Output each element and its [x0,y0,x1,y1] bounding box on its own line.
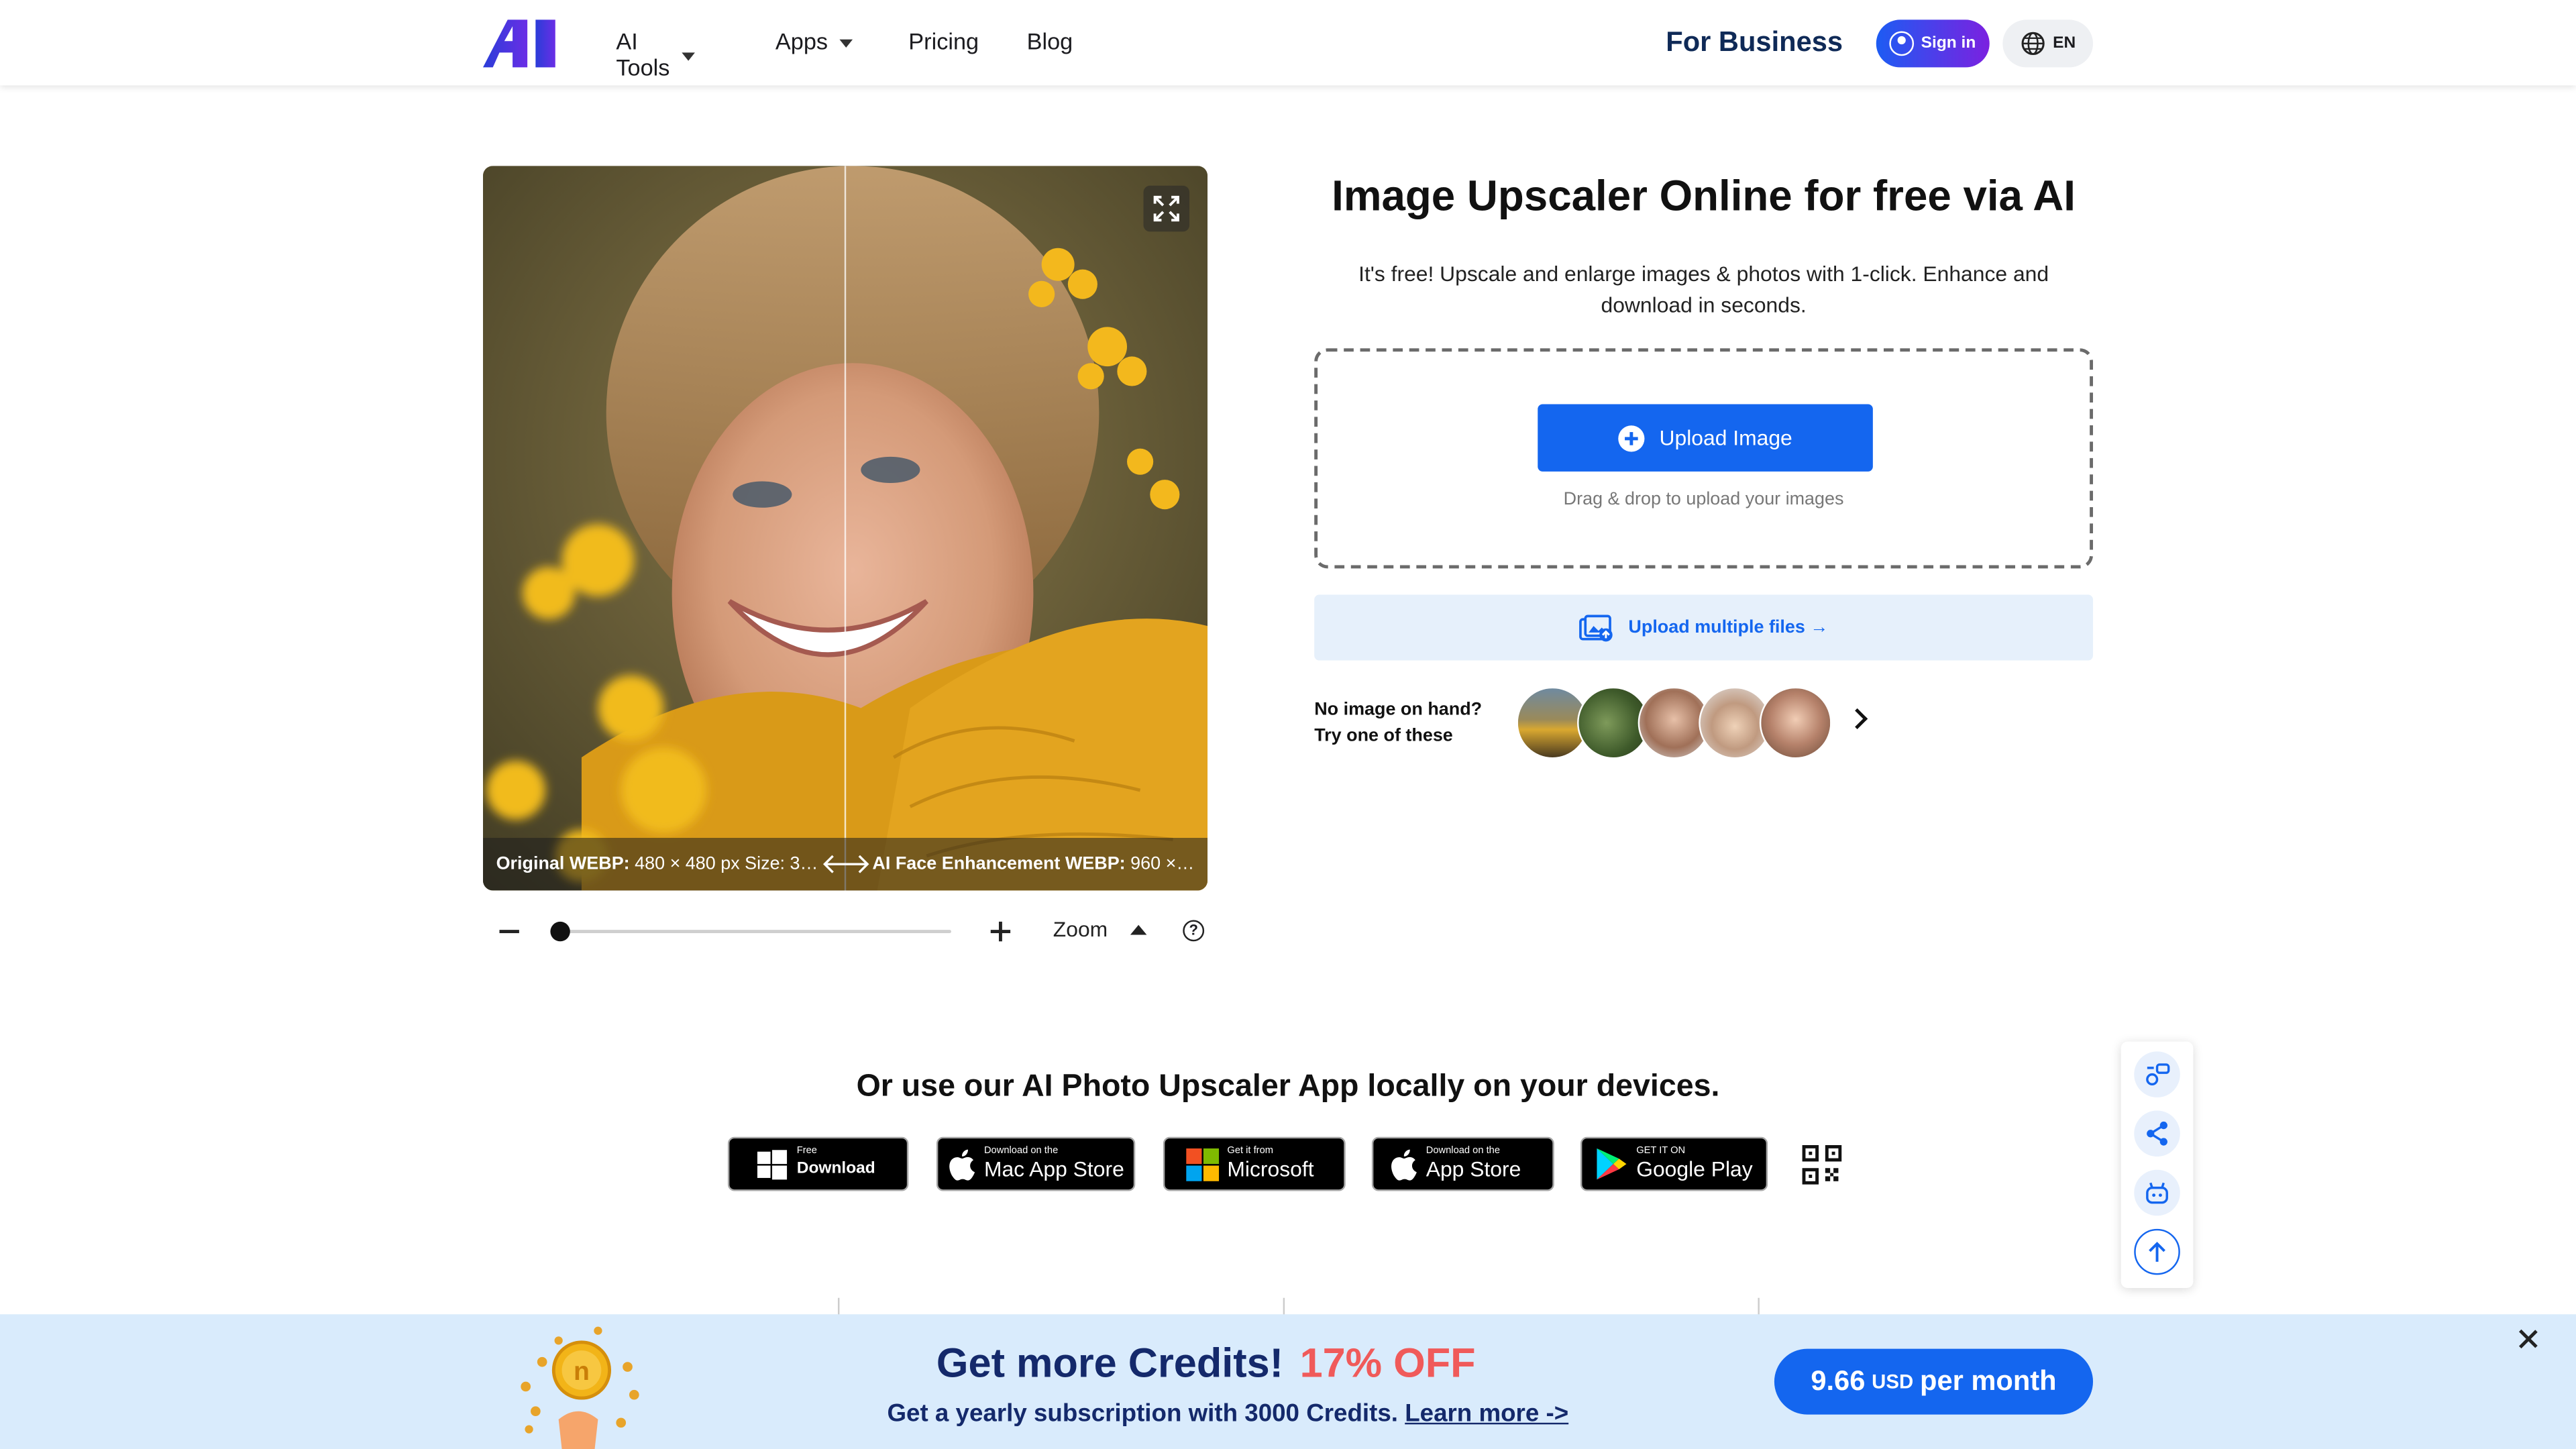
badge-big-text: Mac App Store [983,1157,1124,1181]
arrow-up-icon [2149,1242,2165,1262]
globe-icon [2021,32,2044,56]
compare-divider[interactable] [844,166,847,891]
app-store-badge[interactable]: Download on the App Store [1371,1136,1554,1191]
badge-small-text: Free [796,1146,817,1157]
google-play-icon [1597,1148,1627,1180]
for-business-link[interactable]: For Business [1666,26,1843,59]
windows-icon [757,1149,788,1179]
promo-subtitle: Get a yearly subscription with 3000 Cred… [887,1399,1569,1428]
sample-portrait-thumb[interactable] [1759,686,1832,759]
apple-icon [1391,1148,1417,1180]
microsoft-icon [1186,1147,1220,1181]
nav-label: AI Tools [616,28,670,81]
expand-icon [1153,195,1179,222]
mac-app-store-badge[interactable]: Download on the Mac App Store [936,1136,1136,1191]
apple-icon [949,1148,975,1180]
nav-ai-tools[interactable]: AI Tools [616,28,695,81]
compare-caption-bar: Original WEBP: 480 × 480 px Size: 32 KB … [483,837,1208,891]
help-icon[interactable]: ? [1183,920,1205,942]
promo-discount: 17% OFF [1299,1340,1476,1387]
price-value: 9.66 [1811,1365,1866,1397]
drag-drop-hint: Drag & drop to upload your images [1563,489,1844,510]
chevron-right-icon[interactable] [1847,708,1868,730]
feedback-icon [2146,1063,2170,1086]
learn-more-link[interactable]: Learn more -> [1405,1400,1568,1428]
price-period: per month [1920,1365,2057,1397]
zoom-slider-thumb[interactable] [550,921,570,942]
back-to-top-button[interactable] [2134,1228,2180,1275]
bot-icon [2146,1182,2168,1204]
page-title: Image Upscaler Online for free via AI [1332,170,2076,221]
nav-label: Apps [775,28,828,54]
nav-pricing[interactable]: Pricing [908,28,979,54]
credits-coin-icon: n [521,1326,639,1449]
chevron-up-icon[interactable] [1130,924,1147,935]
fullscreen-button[interactable] [1143,185,1190,232]
language-selector[interactable]: EN [2002,19,2094,68]
floating-toolbar [2121,1041,2194,1289]
plus-circle-icon [1618,425,1645,451]
user-icon [1890,31,1915,56]
upload-multiple-button[interactable]: Upload multiple files → [1314,594,2094,661]
nav-label: Blog [1026,28,1073,54]
top-header: AI Tools Apps Pricing Blog For Business … [0,0,2576,86]
price-currency: USD [1872,1370,1914,1393]
share-icon [2147,1121,2167,1146]
qr-code-icon[interactable] [1802,1144,1842,1185]
language-label: EN [2053,34,2076,53]
sign-in-label: Sign in [1921,34,1976,53]
zoom-out-button[interactable] [499,930,519,934]
multi-image-icon [1579,614,1613,641]
nav-label: Pricing [908,28,979,54]
google-play-badge[interactable]: GET IT ON Google Play [1580,1136,1768,1191]
upload-multiple-label: Upload multiple files → [1628,617,1829,638]
ai-assistant-button[interactable] [2134,1169,2180,1216]
upload-dropzone[interactable]: Upload Image Drag & drop to upload your … [1314,348,2094,569]
badge-big-text: App Store [1426,1157,1521,1181]
upload-image-button[interactable]: Upload Image [1538,404,1873,472]
close-icon[interactable] [2518,1329,2538,1348]
subscribe-price-button[interactable]: 9.66 USD per month [1774,1348,2094,1415]
chevron-down-icon [839,38,853,47]
zoom-in-button[interactable] [990,921,1011,942]
zoom-label[interactable]: Zoom [1053,917,1108,942]
zoom-slider-track[interactable] [557,930,951,934]
sample-prompt: No image on hand? Try one of these [1314,700,1483,746]
microsoft-store-badge[interactable]: Get it from Microsoft [1163,1136,1346,1191]
badge-big-text: Microsoft [1227,1157,1314,1181]
share-button[interactable] [2134,1110,2180,1157]
badge-big-text: Download [796,1159,875,1178]
feedback-button[interactable] [2134,1051,2180,1097]
svg-text:n: n [574,1357,590,1386]
upload-button-label: Upload Image [1659,425,1792,451]
chevron-down-icon [681,52,695,60]
zoom-controls: Zoom ? [483,910,1208,953]
original-caption: Original WEBP: 480 × 480 px Size: 32 KB [496,854,822,874]
drag-arrows-icon[interactable] [822,853,871,875]
page-subtitle: It's free! Upscale and enlarge images & … [1358,261,2049,317]
promo-title: Get more Credits! 17% OFF [936,1340,1476,1387]
enhanced-caption: AI Face Enhancement WEBP: 960 × 960 px [872,854,1197,874]
site-logo-icon[interactable] [483,16,559,68]
before-after-viewer[interactable]: Original WEBP: 480 × 480 px Size: 32 KB … [483,166,1208,891]
nav-blog[interactable]: Blog [1027,28,1073,54]
windows-download-badge[interactable]: Free Download [727,1136,909,1191]
badge-big-text: Google Play [1636,1157,1753,1181]
nav-apps[interactable]: Apps [775,28,853,54]
sign-in-button[interactable]: Sign in [1876,19,1990,68]
